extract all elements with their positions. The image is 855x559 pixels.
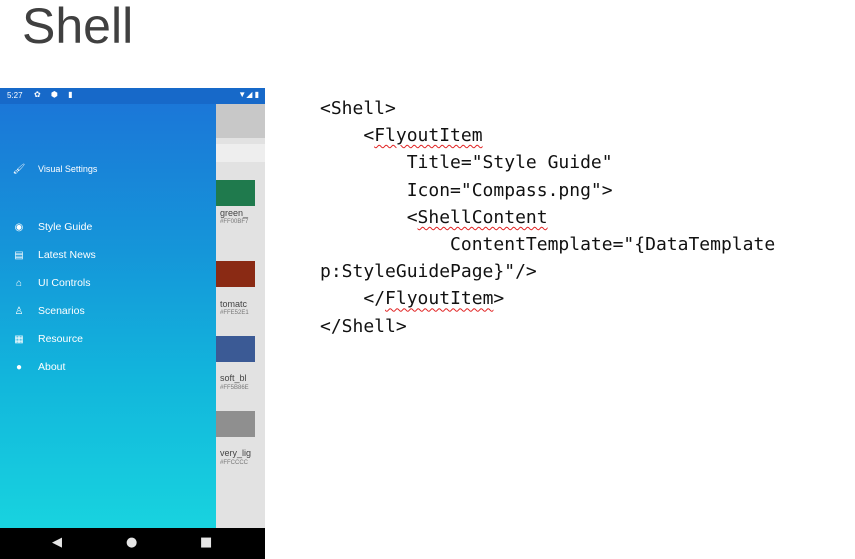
swatch-hex: #FF5B86E: [220, 385, 249, 391]
code-line: <FlyoutItem: [320, 122, 775, 149]
code-token: <: [406, 206, 418, 228]
status-time: 5:27: [7, 91, 23, 100]
flyout-drawer: 🖌 Visual Settings ◉ Style Guide ▤ Latest…: [0, 104, 216, 528]
code-token-spellcheck: FlyoutItem: [385, 288, 494, 310]
swatch-color: [216, 180, 255, 206]
status-bar: 5:27 ✿ ⬢ ▮ ▼◢ ▮: [0, 88, 265, 104]
drawer-item-label: Scenarios: [38, 305, 85, 317]
drawer-item-visual-settings[interactable]: 🖌 Visual Settings: [12, 160, 98, 178]
background-app-header: [216, 104, 265, 138]
code-token: </: [363, 288, 386, 310]
brush-icon: 🖌: [12, 163, 26, 175]
swatch-hex: #FF00BF7: [220, 219, 249, 225]
swatch-color: [216, 261, 255, 287]
swatch-name: soft_bl: [220, 373, 247, 383]
compass-icon: ◉: [14, 221, 24, 233]
code-line: <ShellContent: [320, 204, 775, 231]
background-band: [216, 144, 265, 162]
drawer-item-ui-controls[interactable]: ⌂ UI Controls: [12, 274, 91, 292]
status-signal-icons: ▼◢ ▮: [238, 90, 259, 99]
drawer-item-label: Latest News: [38, 249, 96, 261]
drawer-item-latest-news[interactable]: ▤ Latest News: [12, 246, 96, 264]
back-icon[interactable]: ◀: [52, 535, 62, 551]
code-line: p:StyleGuidePage}"/>: [320, 261, 537, 283]
swatch-name: very_lig: [220, 448, 252, 458]
person-icon: ♙: [14, 305, 24, 317]
code-line: Title="Style Guide": [320, 152, 613, 174]
drawer-item-resource[interactable]: ▦ Resource: [12, 330, 83, 348]
drawer-item-label: Resource: [38, 333, 83, 345]
phone-screenshot: 5:27 ✿ ⬢ ▮ ▼◢ ▮ green_ #FF00BF7 tomatc #…: [0, 88, 265, 559]
newspaper-icon: ▤: [14, 249, 24, 261]
recents-icon[interactable]: ■: [200, 535, 212, 551]
drawer-item-label: About: [38, 361, 66, 373]
drawer-item-about[interactable]: ● About: [12, 358, 65, 376]
status-notification-icons: ✿ ⬢ ▮: [34, 90, 77, 99]
drawer-item-label: Style Guide: [38, 221, 93, 233]
swatch-name: green_: [220, 208, 249, 218]
android-nav-bar: ◀ ● ■: [0, 528, 265, 559]
home-icon[interactable]: ●: [126, 535, 137, 551]
boxes-icon: ▦: [14, 333, 24, 345]
swatch-hex: #FFCCCC: [220, 460, 248, 466]
code-token-spellcheck: FlyoutItem: [374, 125, 483, 147]
code-line: Icon="Compass.png">: [320, 179, 613, 201]
code-token-spellcheck: ShellContent: [417, 206, 548, 228]
swatch-name: tomatc: [220, 299, 248, 309]
swatch-color: [216, 336, 255, 362]
swatch-color: [216, 411, 255, 437]
code-token: <: [363, 125, 375, 147]
code-token: >: [493, 288, 505, 310]
controls-icon: ⌂: [15, 277, 23, 289]
swatch-hex: #FFE52E1: [220, 310, 249, 316]
drawer-item-scenarios[interactable]: ♙ Scenarios: [12, 302, 85, 320]
drawer-item-label: Visual Settings: [38, 164, 98, 174]
code-line: <Shell>: [320, 98, 396, 119]
drawer-item-style-guide[interactable]: ◉ Style Guide: [12, 218, 93, 236]
code-block: <Shell> <FlyoutItem Title="Style Guide" …: [320, 95, 775, 340]
slide-title: Shell: [22, 0, 134, 54]
info-icon: ●: [15, 361, 23, 373]
code-line: </FlyoutItem>: [320, 285, 775, 312]
drawer-item-label: UI Controls: [38, 277, 91, 289]
code-line: </Shell>: [320, 315, 407, 337]
background-page: green_ #FF00BF7 tomatc #FFE52E1 soft_bl …: [216, 104, 265, 528]
code-line: ContentTemplate="{DataTemplate: [320, 234, 776, 256]
